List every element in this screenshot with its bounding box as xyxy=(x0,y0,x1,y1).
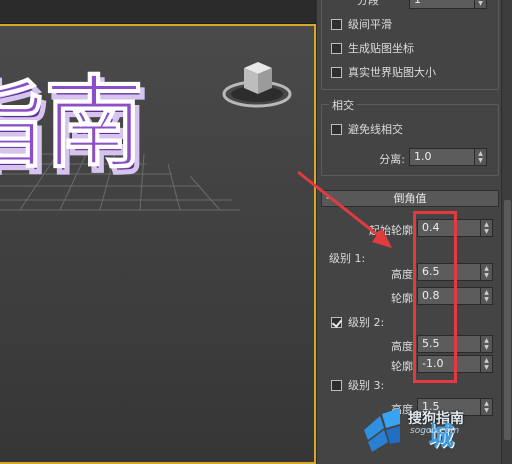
checkbox-generate-mapping-coords[interactable] xyxy=(331,42,342,54)
option-label: 级间平滑 xyxy=(348,18,392,31)
option-label: 生成贴图坐标 xyxy=(348,42,414,55)
separation-field[interactable]: 1.0 ▲ ▼ xyxy=(409,148,487,166)
avoid-intersection-label: 避免线相交 xyxy=(348,123,403,136)
separation-spinner[interactable]: ▲ ▼ xyxy=(475,148,487,166)
level2-label: 级别 2: xyxy=(348,316,385,329)
text3d-object[interactable]: 指南 指南 xyxy=(0,65,149,190)
option-real-world-map-size[interactable]: 真实世界贴图大小 xyxy=(331,63,436,81)
level2-height-spinner[interactable]: ▲ ▼ xyxy=(481,335,493,353)
level1-height-spinner[interactable]: ▲ ▼ xyxy=(481,263,493,281)
level2-outline-label: 轮廓 xyxy=(391,360,413,373)
checkbox-smooth-across-levels[interactable] xyxy=(331,18,342,30)
panel-scrollbar[interactable] xyxy=(501,0,512,464)
option-label: 真实世界贴图大小 xyxy=(348,66,436,79)
highlight-box xyxy=(413,211,457,383)
watermark: 搜狗指南 城 sogou.com xyxy=(360,398,512,464)
checkbox-level3[interactable] xyxy=(331,379,342,391)
level2-row[interactable]: 级别 2: xyxy=(331,313,384,331)
viewport-3d[interactable]: 指南 指南 xyxy=(0,0,316,464)
level2-outline-spinner[interactable]: ▲ ▼ xyxy=(481,355,493,373)
level3-label: 级别 3: xyxy=(348,379,385,392)
text3d-face: 指南 xyxy=(0,65,144,182)
avoid-intersection-row[interactable]: 避免线相交 xyxy=(331,120,403,138)
intersections-title: 相交 xyxy=(329,97,357,113)
viewcube-icon[interactable] xyxy=(222,58,292,112)
red-arrow-icon xyxy=(297,170,392,248)
checkbox-level2[interactable] xyxy=(331,316,342,328)
separation-label: 分离: xyxy=(379,153,405,166)
start-outline-spinner[interactable]: ▲ ▼ xyxy=(481,219,493,237)
level1-outline-label: 轮廓 xyxy=(391,292,413,305)
option-generate-mapping-coords[interactable]: 生成贴图坐标 xyxy=(331,39,414,57)
checkbox-avoid-intersection[interactable] xyxy=(331,123,342,135)
level3-row[interactable]: 级别 3: xyxy=(331,376,384,394)
level1-height-label: 高度 xyxy=(391,268,413,281)
viewport-top-strip xyxy=(0,0,316,24)
separation-value[interactable]: 1.0 xyxy=(409,148,475,166)
checkbox-real-world-map-size[interactable] xyxy=(331,66,342,78)
watermark-url: sogou.com xyxy=(410,426,460,436)
level1-outline-spinner[interactable]: ▲ ▼ xyxy=(481,287,493,305)
option-smooth-across-levels[interactable]: 级间平滑 xyxy=(331,15,392,33)
windows-logo-icon xyxy=(364,408,400,452)
level2-height-label: 高度 xyxy=(391,340,413,353)
